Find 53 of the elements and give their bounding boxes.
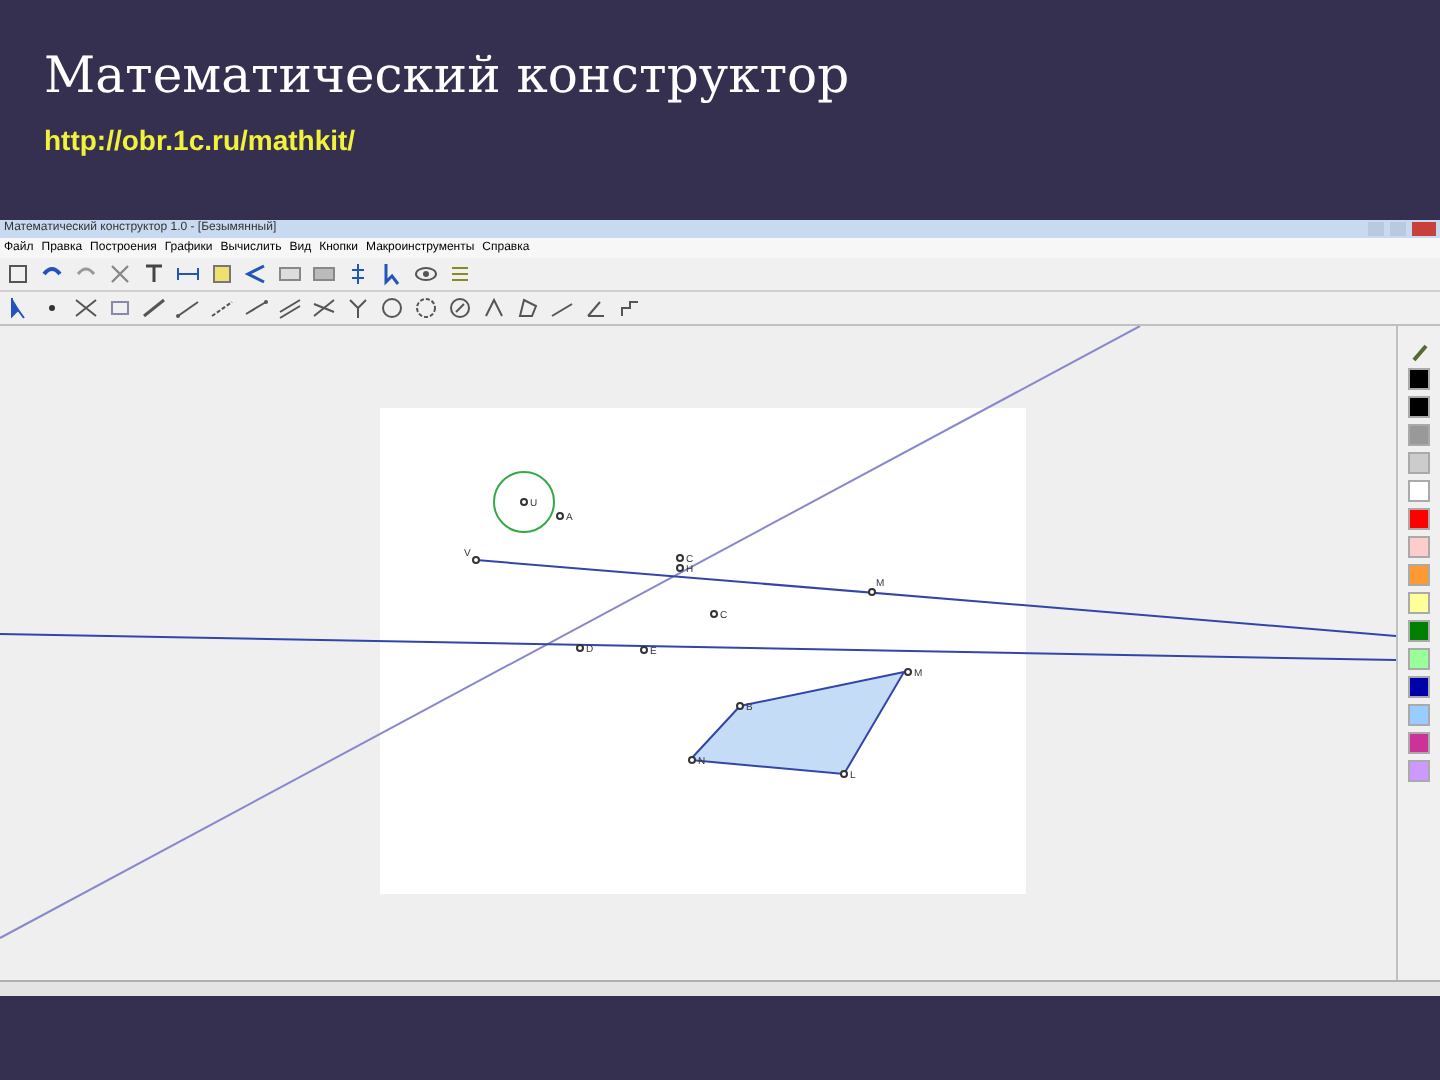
color-swatch[interactable] — [1408, 676, 1430, 698]
color-swatch[interactable] — [1408, 536, 1430, 558]
toolbar-tool-icon[interactable] — [414, 262, 438, 286]
color-swatch[interactable] — [1408, 620, 1430, 642]
toolbar-tool-icon[interactable] — [6, 262, 30, 286]
point-marker — [520, 498, 528, 506]
pencil-icon[interactable] — [1409, 342, 1429, 362]
point-marker — [904, 668, 912, 676]
color-swatch[interactable] — [1408, 424, 1430, 446]
toolbar-tool-icon[interactable] — [244, 296, 268, 320]
point-marker — [736, 702, 744, 710]
point-marker — [688, 756, 696, 764]
toolbar-tool-icon[interactable] — [482, 296, 506, 320]
toolbar-tool-icon[interactable] — [6, 296, 30, 320]
toolbar-tool-icon[interactable] — [312, 296, 336, 320]
color-swatch[interactable] — [1408, 760, 1430, 782]
color-swatch[interactable] — [1408, 564, 1430, 586]
toolbar-tool-icon[interactable] — [278, 296, 302, 320]
color-swatch[interactable] — [1408, 452, 1430, 474]
slide-title: Математический конструктор — [44, 44, 850, 108]
point-marker — [868, 588, 876, 596]
toolbar-tool-icon[interactable] — [346, 296, 370, 320]
color-swatch[interactable] — [1408, 480, 1430, 502]
color-swatch[interactable] — [1408, 732, 1430, 754]
toolbar-tool-icon[interactable] — [380, 262, 404, 286]
toolbar-tool-icon[interactable] — [176, 296, 200, 320]
color-swatch[interactable] — [1408, 368, 1430, 390]
circle — [493, 471, 555, 533]
toolbar-tool-icon[interactable] — [516, 296, 540, 320]
toolbar-tool-icon[interactable] — [74, 296, 98, 320]
toolbar-tool-icon[interactable] — [176, 262, 200, 286]
point-marker — [576, 644, 584, 652]
toolbar-tool-icon[interactable] — [346, 262, 370, 286]
point-marker — [640, 646, 648, 654]
toolbar-tool-icon[interactable] — [584, 296, 608, 320]
point-marker — [710, 610, 718, 618]
color-swatch[interactable] — [1408, 648, 1430, 670]
toolbar-tool-icon[interactable] — [618, 296, 642, 320]
color-swatch[interactable] — [1408, 704, 1430, 726]
toolbar-tool-icon[interactable] — [142, 296, 166, 320]
toolbar-tool-icon[interactable] — [448, 296, 472, 320]
toolbar-tool-icon[interactable] — [380, 296, 404, 320]
point-marker — [472, 556, 480, 564]
toolbar-tool-icon[interactable] — [244, 262, 268, 286]
color-swatch[interactable] — [1408, 508, 1430, 530]
color-swatch[interactable] — [1408, 592, 1430, 614]
slide-link[interactable]: http://obr.1c.ru/mathkit/ — [44, 120, 356, 160]
toolbar-tool-icon[interactable] — [414, 296, 438, 320]
toolbar-tool-icon[interactable] — [142, 262, 166, 286]
point-marker — [556, 512, 564, 520]
toolbar-tool-icon[interactable] — [210, 296, 234, 320]
point-marker — [840, 770, 848, 778]
color-swatch[interactable] — [1408, 396, 1430, 418]
